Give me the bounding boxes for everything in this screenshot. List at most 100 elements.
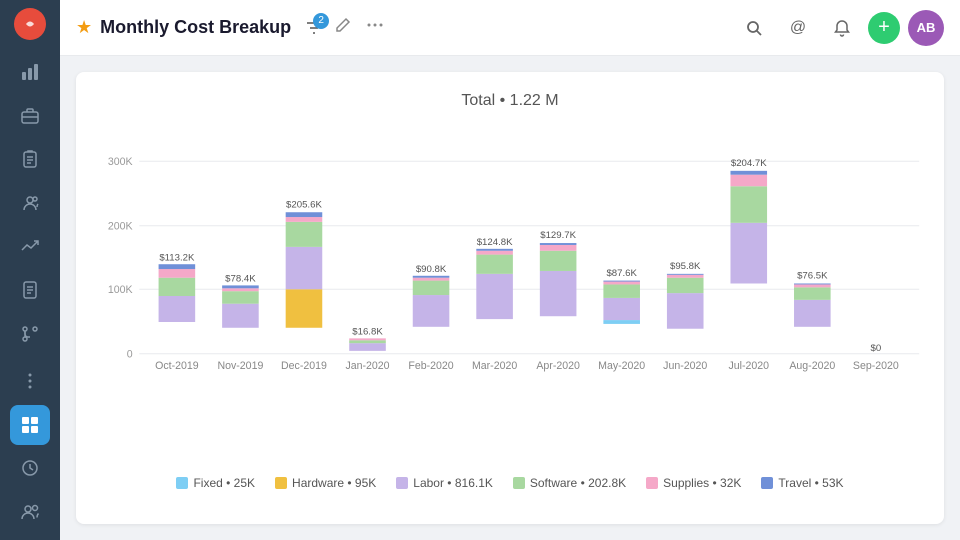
chart-card: Total • 1.22 M 300K 200K 100K [76, 72, 944, 524]
bar-oct-travel [159, 264, 196, 269]
bar-jan-software [349, 340, 386, 343]
bar-jul-travel [730, 171, 767, 175]
bar-aug-travel [794, 283, 831, 284]
sidebar-item-clipboard[interactable] [10, 139, 50, 179]
legend-software-label: Software • 202.8K [530, 476, 626, 490]
sidebar-item-contacts[interactable] [10, 183, 50, 223]
sidebar [0, 0, 60, 540]
bar-jun-travel [667, 274, 704, 275]
legend-labor: Labor • 816.1K [396, 476, 493, 490]
legend-hardware: Hardware • 95K [275, 476, 376, 490]
bar-jul-labor [730, 223, 767, 284]
legend-fixed-dot [176, 477, 188, 489]
legend-software-dot [513, 477, 525, 489]
app-logo[interactable] [14, 8, 46, 40]
sidebar-item-document[interactable] [10, 270, 50, 310]
svg-text:$205.6K: $205.6K [286, 199, 322, 210]
sidebar-item-briefcase[interactable] [10, 95, 50, 135]
bar-may-fixed [603, 320, 640, 324]
bar-feb-supplies [413, 278, 450, 281]
svg-text:Aug-2020: Aug-2020 [789, 360, 835, 372]
add-button[interactable]: + [868, 12, 900, 44]
bar-apr-labor [540, 271, 577, 316]
favorite-star-icon[interactable]: ★ [76, 17, 92, 38]
bar-jun-software [667, 278, 704, 293]
content-area: Total • 1.22 M 300K 200K 100K [60, 56, 960, 540]
bar-apr-supplies [540, 245, 577, 251]
bar-may-supplies [603, 282, 640, 285]
svg-text:$204.7K: $204.7K [731, 158, 767, 169]
bar-nov-supplies [222, 288, 259, 291]
sidebar-item-chart[interactable] [10, 226, 50, 266]
more-options-icon[interactable] [363, 13, 387, 42]
svg-text:$87.6K: $87.6K [606, 268, 637, 279]
legend-supplies-label: Supplies • 32K [663, 476, 741, 490]
bar-oct-software [159, 278, 196, 296]
edit-icon[interactable] [331, 13, 355, 42]
legend-travel: Travel • 53K [761, 476, 843, 490]
bar-dec-labor [286, 247, 323, 289]
mention-button[interactable]: @ [780, 10, 816, 46]
svg-text:$76.5K: $76.5K [797, 271, 828, 282]
svg-text:Mar-2020: Mar-2020 [472, 360, 517, 372]
bar-dec-hardware [286, 289, 323, 328]
sidebar-item-dashboard[interactable] [10, 405, 50, 445]
legend-fixed: Fixed • 25K [176, 476, 255, 490]
bar-oct-supplies [159, 269, 196, 278]
bar-jan-labor [349, 343, 386, 351]
svg-text:$124.8K: $124.8K [477, 237, 513, 248]
bar-aug-supplies [794, 284, 831, 287]
bar-jun-labor [667, 293, 704, 329]
legend-software: Software • 202.8K [513, 476, 626, 490]
legend-travel-label: Travel • 53K [778, 476, 843, 490]
svg-text:Oct-2019: Oct-2019 [155, 360, 199, 372]
bar-jul-supplies [730, 175, 767, 187]
bar-jul-software [730, 186, 767, 223]
bar-mar-supplies [476, 251, 513, 255]
svg-text:$0: $0 [871, 343, 882, 354]
legend-travel-dot [761, 477, 773, 489]
filter-badge: 2 [313, 13, 329, 29]
svg-text:300K: 300K [108, 156, 133, 168]
bar-jun-supplies [667, 275, 704, 278]
bar-may-travel [603, 281, 640, 282]
page-title: Monthly Cost Breakup [100, 17, 291, 38]
bar-mar-labor [476, 274, 513, 319]
legend-labor-dot [396, 477, 408, 489]
bar-feb-software [413, 281, 450, 295]
bar-nov-travel [222, 285, 259, 288]
chart-area: 300K 200K 100K 0 $113.2K Oct-2019 [96, 126, 924, 466]
filter-button[interactable]: 2 [305, 19, 323, 37]
bar-mar-travel [476, 249, 513, 251]
svg-text:May-2020: May-2020 [598, 360, 645, 372]
bar-apr-travel [540, 243, 577, 245]
bar-feb-labor [413, 295, 450, 327]
bar-feb-travel [413, 276, 450, 278]
legend-supplies-dot [646, 477, 658, 489]
svg-text:Feb-2020: Feb-2020 [408, 360, 453, 372]
sidebar-more-dots[interactable] [10, 361, 50, 401]
bar-may-software [603, 284, 640, 297]
bar-dec-travel [286, 212, 323, 217]
legend-fixed-label: Fixed • 25K [193, 476, 255, 490]
svg-text:Nov-2019: Nov-2019 [217, 360, 263, 372]
bar-oct-labor [159, 296, 196, 322]
bar-chart-svg: 300K 200K 100K 0 $113.2K Oct-2019 [96, 126, 924, 466]
legend-hardware-dot [275, 477, 287, 489]
sidebar-item-analytics[interactable] [10, 52, 50, 92]
chart-total-label: Total • 1.22 M [96, 92, 924, 110]
sidebar-item-clock[interactable] [10, 449, 50, 489]
svg-text:0: 0 [127, 349, 133, 361]
sidebar-item-branch[interactable] [10, 314, 50, 354]
notifications-button[interactable] [824, 10, 860, 46]
header: ★ Monthly Cost Breakup 2 @ + AB [60, 0, 960, 56]
avatar[interactable]: AB [908, 10, 944, 46]
bar-mar-software [476, 255, 513, 274]
svg-text:$129.7K: $129.7K [540, 230, 576, 241]
svg-text:$90.8K: $90.8K [416, 264, 447, 275]
search-button[interactable] [736, 10, 772, 46]
sidebar-item-users[interactable] [10, 492, 50, 532]
svg-text:$78.4K: $78.4K [225, 274, 256, 285]
bar-may-labor [603, 298, 640, 320]
chart-legend: Fixed • 25K Hardware • 95K Labor • 816.1… [96, 476, 924, 490]
